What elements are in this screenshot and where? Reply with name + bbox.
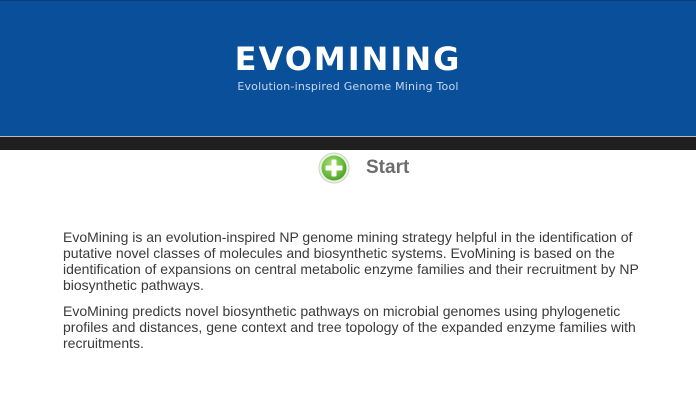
- header-banner: EVOMINING Evolution-inspired Genome Mini…: [0, 0, 696, 136]
- logo-title: EVOMINING: [234, 40, 462, 78]
- description-paragraph: EvoMining predicts novel biosynthetic pa…: [63, 303, 636, 351]
- description-paragraph: EvoMining is an evolution-inspired NP ge…: [63, 229, 639, 293]
- page: EVOMINING Evolution-inspired Genome Mini…: [0, 0, 696, 408]
- description: EvoMining is an evolution-inspired NP ge…: [63, 229, 663, 361]
- header-divider-bar: [0, 136, 696, 150]
- plus-circle-icon[interactable]: [318, 152, 350, 184]
- start-label[interactable]: Start: [366, 151, 409, 185]
- logo-subtitle: Evolution-inspired Genome Mining Tool: [237, 80, 459, 93]
- start-button[interactable]: Start: [318, 151, 409, 185]
